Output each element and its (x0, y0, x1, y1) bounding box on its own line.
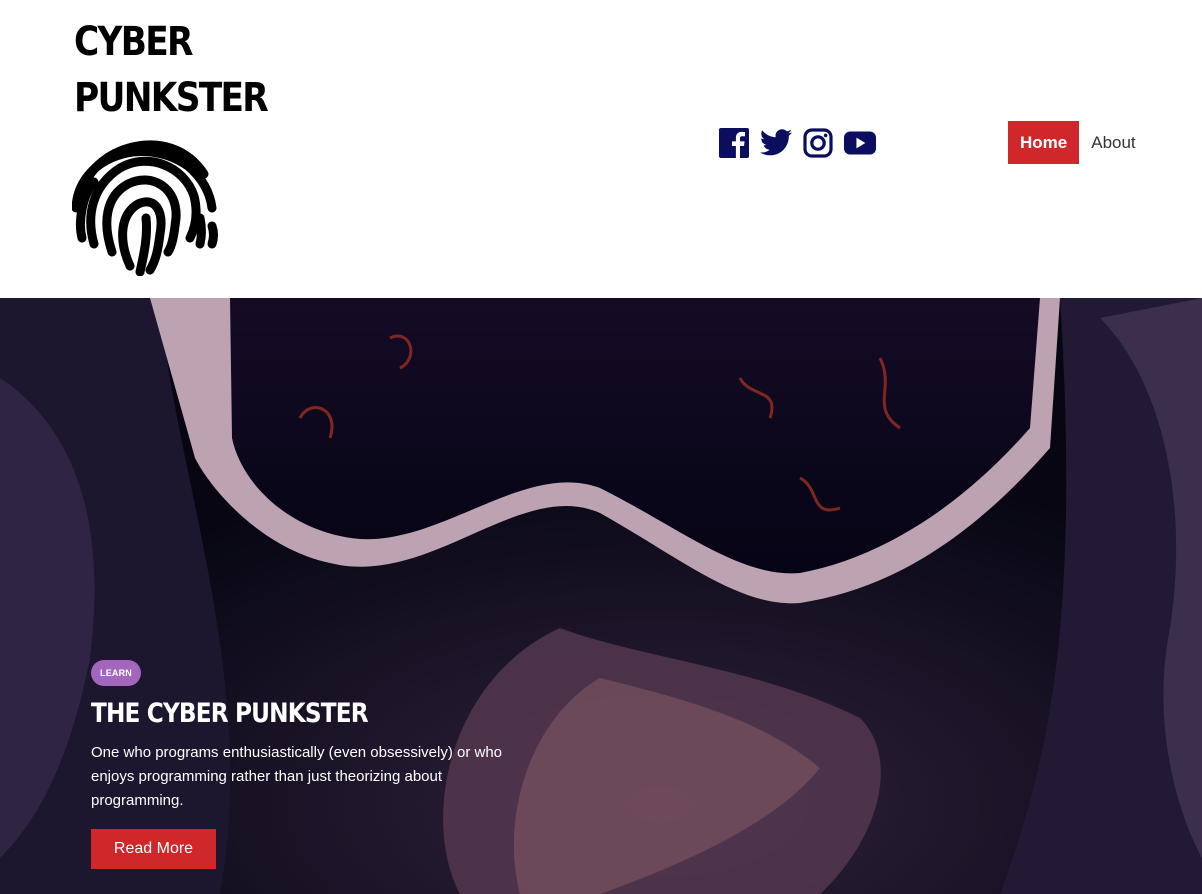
facebook-icon[interactable] (718, 127, 750, 159)
youtube-icon[interactable] (844, 127, 876, 159)
fingerprint-icon[interactable] (71, 126, 222, 277)
site-title-line1[interactable]: CYBER (74, 14, 246, 70)
read-more-button[interactable]: Read More (91, 829, 216, 869)
site-header: CYBER PUNKSTER Home About (0, 0, 1202, 298)
social-links (718, 126, 876, 160)
nav-item-home[interactable]: Home (1008, 121, 1080, 164)
hero-excerpt: One who programs enthusiastically (even … (91, 744, 503, 809)
site-title-line2[interactable]: PUNKSTER (74, 70, 269, 126)
hero-content: LEARN THE CYBER PUNKSTER One who program… (91, 660, 551, 869)
twitter-icon[interactable] (760, 127, 792, 159)
hero-title[interactable]: THE CYBER PUNKSTER (91, 698, 487, 729)
nav-item-about[interactable]: About (1079, 121, 1147, 164)
site-title[interactable]: CYBER PUNKSTER (74, 14, 269, 126)
main-nav: Home About (1008, 121, 1148, 164)
category-badge[interactable]: LEARN (91, 660, 141, 686)
instagram-icon[interactable] (802, 127, 834, 159)
